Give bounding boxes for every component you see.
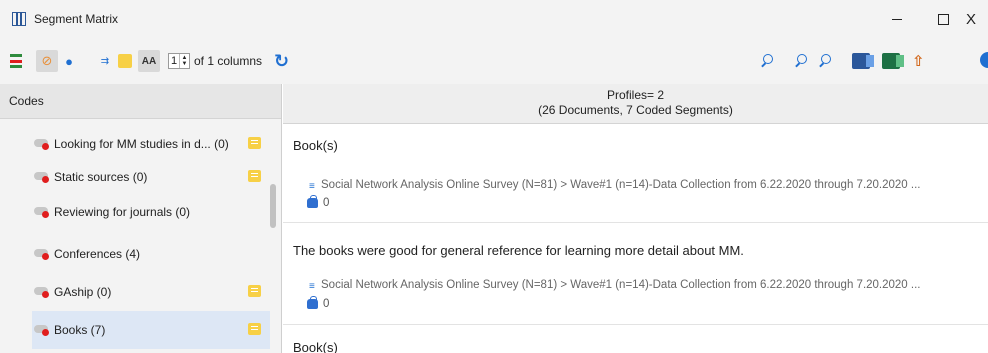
help-icon[interactable] — [980, 52, 988, 68]
code-icon — [32, 205, 52, 219]
word-export-icon[interactable] — [852, 53, 874, 69]
code-label: Reviewing for journals (0) — [54, 204, 191, 219]
show-source-icon[interactable]: ⇉ — [94, 50, 116, 72]
memo-icon[interactable] — [248, 137, 261, 149]
segment-title[interactable]: Book(s) — [293, 138, 338, 153]
code-label: Books (7) — [54, 323, 106, 337]
close-button[interactable]: X — [966, 0, 988, 38]
code-icon — [32, 247, 52, 261]
code-item[interactable]: Reviewing for journals (0) — [32, 195, 270, 228]
matrix-panel: Profiles= 2 (26 Documents, 7 Coded Segme… — [283, 84, 988, 353]
code-icon — [32, 323, 52, 337]
segment-title[interactable]: Book(s) — [293, 340, 338, 353]
comment-icon[interactable]: ● — [58, 50, 80, 72]
profiles-header: Profiles= 2 (26 Documents, 7 Coded Segme… — [283, 84, 988, 124]
document-icon: ≡ — [309, 281, 315, 292]
segment-divider — [283, 222, 988, 223]
code-icon — [32, 137, 52, 151]
minimize-button[interactable] — [874, 0, 920, 38]
code-item-selected[interactable]: Books (7) — [32, 311, 270, 349]
codes-scrollbar[interactable] — [270, 184, 276, 228]
codes-filter-icon[interactable]: ⊘ — [36, 50, 58, 72]
zoom-out-icon[interactable] — [794, 54, 808, 68]
codes-header: Codes — [0, 84, 281, 119]
profiles-count: Profiles= 2 — [606, 88, 665, 102]
memo-icon[interactable] — [248, 285, 261, 297]
text-size-button[interactable]: AA — [138, 50, 160, 72]
export-icon[interactable]: ⇧ — [912, 52, 925, 70]
segment-weight: 0 — [307, 296, 330, 310]
weight-value: 0 — [323, 298, 330, 310]
excel-export-icon[interactable] — [882, 53, 904, 69]
column-stepper[interactable]: 1 ▲ ▼ — [168, 53, 190, 69]
weight-icon — [307, 195, 318, 208]
memo-icon[interactable] — [248, 170, 261, 182]
toolbar: ⊘ ● ⇉ AA 1 ▲ ▼ of 1 columns ↻ ⇧ — [0, 38, 988, 84]
code-item[interactable]: Conferences (4) — [32, 237, 270, 270]
code-item[interactable]: Looking for MM studies in d... (0) — [32, 127, 270, 160]
segment-source-link[interactable]: Social Network Analysis Online Survey (N… — [321, 279, 921, 291]
code-icon — [32, 170, 52, 184]
column-stepper-value[interactable]: 1 — [169, 55, 179, 67]
code-label: Static sources (0) — [54, 169, 148, 184]
segment-source-link[interactable]: Social Network Analysis Online Survey (N… — [321, 179, 921, 191]
weight-value: 0 — [323, 197, 330, 209]
segment-matrix-app-icon — [12, 12, 26, 26]
code-label: Conferences (4) — [54, 246, 141, 261]
document-icon: ≡ — [309, 181, 315, 192]
window-title: Segment Matrix — [34, 12, 119, 26]
refresh-icon[interactable]: ↻ — [274, 51, 289, 72]
title-bar: Segment Matrix X — [0, 0, 988, 38]
codes-panel: Codes Looking for MM studies in d... (0)… — [0, 84, 282, 353]
segment-divider — [283, 324, 988, 325]
weight-icon — [307, 296, 318, 309]
memo-icon[interactable] — [248, 323, 261, 335]
stepper-arrows-icon[interactable]: ▲ ▼ — [179, 54, 189, 68]
code-label: GAship (0) — [54, 284, 112, 299]
segment-weight: 0 — [307, 195, 330, 209]
code-label: Looking for MM studies in d... (0) — [54, 136, 229, 151]
segment-text[interactable]: The books were good for general referenc… — [293, 243, 744, 258]
search-icon[interactable] — [760, 54, 774, 68]
memo-toggle-icon[interactable] — [118, 54, 132, 68]
of-columns-label: of 1 columns — [194, 54, 263, 68]
profiles-summary: (26 Documents, 7 Coded Segments) — [538, 103, 733, 117]
code-item[interactable]: Static sources (0) — [32, 160, 270, 193]
window-controls: X — [874, 0, 988, 38]
right-toolbar: ⇧ — [760, 38, 925, 84]
code-icon — [32, 285, 52, 299]
code-color-stack-icon[interactable] — [10, 54, 22, 68]
zoom-in-icon[interactable] — [818, 54, 832, 68]
code-item[interactable]: GAship (0) — [32, 275, 270, 308]
maximize-button[interactable] — [920, 0, 966, 38]
